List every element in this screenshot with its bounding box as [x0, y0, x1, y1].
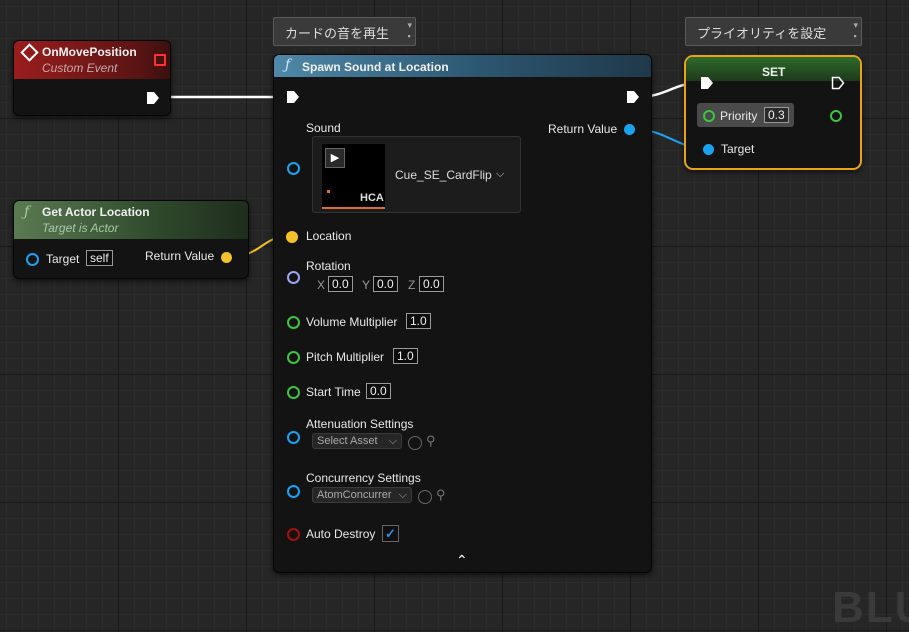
target-label: Target — [721, 142, 755, 156]
use-selected-asset-icon[interactable] — [418, 490, 432, 504]
auto-destroy-checkbox[interactable]: ✓ — [382, 525, 399, 542]
sound-pin-icon[interactable] — [287, 162, 300, 175]
rot-x-label: X — [317, 278, 326, 292]
browse-search-icon[interactable]: ⚲ — [436, 487, 446, 503]
attenuation-asset-picker[interactable]: Select Asset ⌵ — [312, 433, 402, 449]
event-node-title: OnMovePosition — [42, 45, 137, 59]
exec-in-pin[interactable] — [286, 90, 300, 104]
concurrency-label: Concurrency Settings — [306, 471, 421, 485]
priority-out-pin-icon[interactable] — [830, 110, 842, 122]
rot-y-input[interactable]: 0.0 — [373, 276, 398, 292]
pitch-label: Pitch Multiplier — [306, 350, 385, 364]
function-icon: ƒ — [285, 57, 291, 73]
location-label: Location — [306, 229, 352, 243]
attenuation-placeholder: Select Asset — [317, 435, 378, 447]
event-node-subtitle: Custom Event — [42, 61, 118, 75]
volume-pin-icon[interactable] — [287, 316, 300, 329]
attenuation-pin-icon[interactable] — [287, 431, 300, 444]
thumb-label: HCA — [360, 192, 384, 204]
set-node-title: SET — [762, 65, 786, 79]
pitch-pin-icon[interactable] — [287, 351, 300, 364]
pitch-input[interactable]: 1.0 — [393, 348, 418, 364]
sound-label: Sound — [306, 121, 341, 135]
rotation-pin-icon[interactable] — [287, 271, 300, 284]
target-pin-icon[interactable] — [26, 253, 39, 266]
concurrency-pin-icon[interactable] — [287, 485, 300, 498]
exec-out-pin[interactable] — [146, 91, 160, 105]
rot-y-label: Y — [362, 278, 371, 292]
return-value-label: Return Value — [145, 249, 215, 263]
priority-input[interactable]: 0.3 — [764, 107, 789, 123]
start-time-input[interactable]: 0.0 — [366, 383, 391, 399]
thumb-dot — [327, 190, 330, 193]
location-pin[interactable] — [286, 231, 298, 243]
spawn-node-title: Spawn Sound at Location — [302, 60, 449, 74]
get-actor-title: Get Actor Location — [42, 205, 150, 219]
pin-comment-icon[interactable]: ▾ ▪ — [407, 20, 412, 41]
concurrency-value: AtomConcurrer — [317, 489, 392, 501]
rot-x-input[interactable]: 0.0 — [328, 276, 353, 292]
rotation-label: Rotation — [306, 259, 351, 273]
rot-z-label: Z — [408, 278, 416, 292]
collapse-chevron-icon[interactable]: ⌃ — [456, 552, 468, 569]
sound-asset-name: Cue_SE_CardFlip — [395, 168, 492, 182]
function-icon: ƒ — [24, 204, 30, 220]
concurrency-asset-picker[interactable]: AtomConcurrer ⌵ — [312, 487, 412, 503]
delegate-pin-icon[interactable] — [154, 54, 166, 66]
target-label: Target — [46, 252, 80, 266]
return-value-label: Return Value — [548, 122, 618, 136]
graph-watermark: BLU — [832, 583, 909, 632]
rot-z-input[interactable]: 0.0 — [419, 276, 444, 292]
sound-thumbnail[interactable]: ▶ HCA — [322, 144, 385, 209]
priority-pin-row[interactable]: Priority 0.3 — [697, 103, 794, 127]
auto-destroy-pin-icon[interactable] — [287, 528, 300, 541]
start-time-pin-icon[interactable] — [287, 386, 300, 399]
priority-pin-icon[interactable] — [703, 110, 715, 122]
spawn-sound-node[interactable]: ƒ Spawn Sound at Location Sound ▶ HCA Cu… — [273, 54, 652, 573]
exec-out-pin[interactable] — [626, 90, 640, 104]
volume-label: Volume Multiplier — [306, 315, 398, 329]
return-object-pin[interactable] — [624, 124, 635, 135]
custom-event-node[interactable]: OnMovePosition Custom Event — [13, 40, 171, 116]
start-time-label: Start Time — [306, 385, 361, 399]
sound-asset-picker[interactable]: ▶ HCA Cue_SE_CardFlip ⌵ — [312, 136, 521, 213]
get-actor-subtitle: Target is Actor — [42, 221, 119, 235]
play-icon[interactable]: ▶ — [325, 148, 345, 168]
comment-text: プライオリティを設定 — [697, 26, 827, 41]
comment-bubble-set[interactable]: プライオリティを設定 ▾ ▪ — [685, 17, 862, 46]
return-vector-pin[interactable] — [221, 252, 232, 263]
exec-out-pin[interactable] — [831, 76, 845, 90]
chevron-down-icon: ⌵ — [398, 489, 407, 501]
target-pin[interactable] — [703, 144, 714, 155]
comment-text: カードの音を再生 — [285, 26, 390, 41]
chevron-down-icon: ⌵ — [388, 435, 397, 447]
use-selected-asset-icon[interactable] — [408, 436, 422, 450]
volume-input[interactable]: 1.0 — [406, 313, 431, 329]
comment-bubble-spawn[interactable]: カードの音を再生 ▾ ▪ — [273, 17, 416, 46]
attenuation-label: Attenuation Settings — [306, 417, 414, 431]
pin-comment-icon[interactable]: ▾ ▪ — [853, 20, 858, 41]
browse-search-icon[interactable]: ⚲ — [426, 433, 436, 449]
auto-destroy-label: Auto Destroy — [306, 527, 376, 541]
get-actor-location-node[interactable]: ƒ Get Actor Location Target is Actor Tar… — [13, 200, 249, 279]
priority-label: Priority — [720, 109, 758, 123]
set-priority-node[interactable]: SET Priority 0.3 Target — [684, 55, 862, 170]
chevron-down-icon[interactable]: ⌵ — [496, 168, 504, 181]
exec-in-pin[interactable] — [700, 76, 714, 90]
target-self-box: self — [86, 250, 113, 266]
